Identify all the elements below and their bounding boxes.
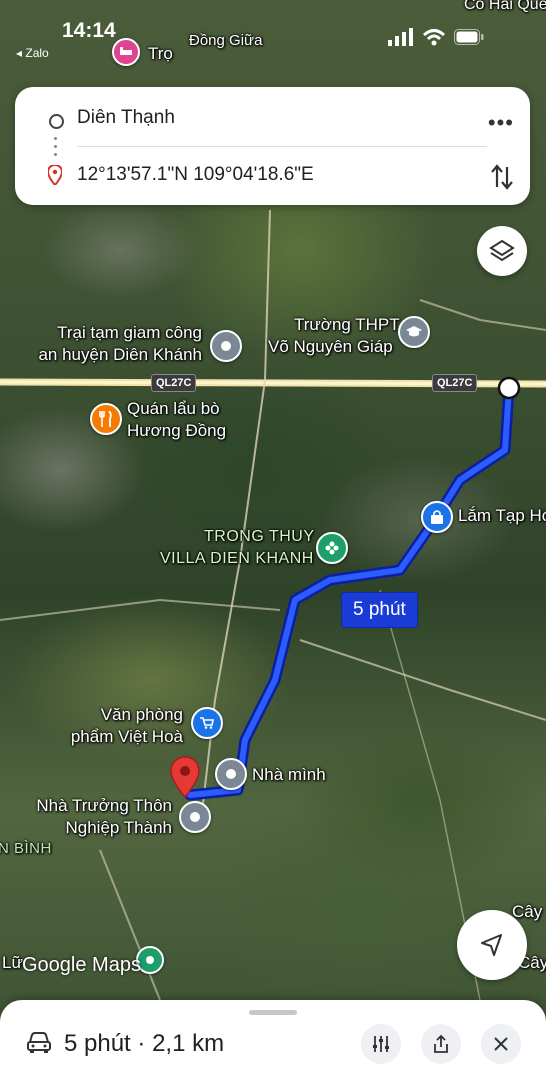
google-maps-logo: Google Maps (22, 954, 141, 976)
place-poi-icon[interactable] (210, 330, 242, 362)
route-summary-sheet[interactable]: 5 phút · 2,1 km (0, 1000, 546, 1080)
saved-place-poi-icon[interactable] (215, 758, 247, 790)
summary-duration: 5 phút (64, 1030, 131, 1057)
map-label-quan-lau-1: Quán lẩu bò (127, 399, 220, 418)
map-label-dong-giua: Đồng Giữa (189, 32, 263, 49)
shopping-poi-icon[interactable] (421, 501, 453, 533)
map-label-nha-truong-thon-2: Nghiệp Thành (65, 818, 173, 837)
summary-separator: · (130, 1030, 153, 1057)
map-label-quan-lau-2: Hương Đồng (127, 421, 227, 440)
locate-button[interactable] (457, 910, 527, 980)
map-label-villa-1: TRONG THUY (204, 528, 315, 545)
divider (77, 146, 487, 147)
navigation-arrow-icon (481, 934, 502, 956)
origin-field[interactable]: Diên Thạnh (77, 107, 175, 129)
hotel-poi-icon[interactable] (112, 38, 140, 66)
map-label-van-phong-1: Văn phòng (100, 705, 183, 724)
map-label-trai-tam-giam-1: Trại tạm giam công (57, 323, 202, 342)
route-options-button[interactable] (361, 1024, 401, 1064)
shop-cart-poi-icon[interactable] (191, 707, 223, 739)
back-to-app-link[interactable]: ◂ Zalo (16, 46, 49, 60)
signal-icon (388, 28, 413, 46)
destination-row[interactable]: 12°13'57.1"N 109°04'18.6"E (15, 151, 530, 201)
restaurant-poi-icon[interactable] (90, 403, 122, 435)
origin-row[interactable]: Diên Thạnh ••• (15, 92, 530, 142)
hotel-flower-poi-icon[interactable] (316, 532, 348, 564)
battery-icon (454, 29, 484, 45)
route-duration-chip: 5 phút (341, 592, 418, 628)
map-label-binh: N BÌNH (0, 840, 52, 857)
destination-field[interactable]: 12°13'57.1"N 109°04'18.6"E (77, 164, 314, 186)
road-shield: QL27C (432, 374, 478, 392)
route-card: Diên Thạnh ••• 12°13'57.1"N 109°04'18.6"… (15, 87, 530, 205)
map-label-nha-minh: Nhà mình (252, 765, 326, 784)
car-icon (27, 1032, 51, 1053)
summary-distance: 2,1 km (152, 1030, 225, 1057)
wifi-icon (422, 29, 446, 46)
map-label-van-phong-2: phẩm Việt Hoà (70, 727, 183, 746)
close-icon (494, 1037, 508, 1051)
route-summary: 5 phút · 2,1 km (64, 1030, 224, 1058)
map-label-villa-2: VILLA DIEN KHANH (160, 550, 314, 567)
status-icons (388, 28, 484, 46)
map-label-tro: Trọ (148, 44, 173, 63)
map-label-co-hai: Cổ Hai Quế (464, 0, 546, 13)
map-label-truong-thpt-2: Võ Nguyên Giáp (268, 337, 393, 356)
hollow-circle-icon (49, 114, 64, 129)
close-button[interactable] (481, 1024, 521, 1064)
swap-vertical-icon[interactable] (490, 163, 514, 191)
map-label-nha-truong-thon-1: Nhà Trưởng Thôn (36, 796, 172, 815)
share-icon (434, 1034, 448, 1053)
place-poi-icon[interactable] (179, 801, 211, 833)
layers-button[interactable] (477, 226, 527, 276)
more-dots-icon[interactable]: ••• (488, 110, 514, 136)
map-label-lam-tap-hoa: Lắm Tạp Hó (458, 506, 546, 525)
status-time: 14:14 (62, 19, 116, 42)
map-label-trai-tam-giam-2: an huyện Diên Khánh (38, 345, 202, 364)
layers-icon (489, 239, 515, 262)
share-button[interactable] (421, 1024, 461, 1064)
red-pin-icon (48, 165, 62, 185)
school-poi-icon[interactable] (398, 316, 430, 348)
map-label-lu: Lữ (2, 953, 23, 972)
sheet-handle[interactable] (249, 1010, 297, 1015)
map-label-truong-thpt-1: Trường THPT (294, 315, 400, 334)
road-shield: QL27C (151, 374, 197, 392)
sliders-icon (373, 1036, 389, 1052)
destination-map-pin-icon[interactable] (170, 756, 200, 798)
